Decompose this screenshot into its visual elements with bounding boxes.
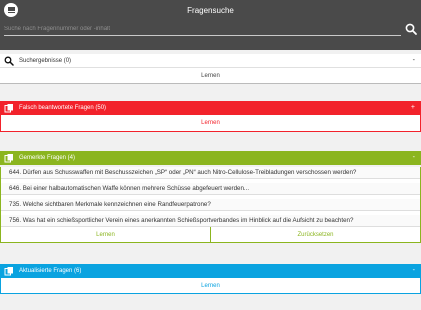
section-body: 644. Dürfen aus Schusswaffen mit Beschus… xyxy=(0,167,421,243)
list-item[interactable]: 756. Was hat ein schießsportlicher Verei… xyxy=(1,215,420,227)
collapse-toggle[interactable]: - xyxy=(413,57,415,64)
search-button[interactable] xyxy=(404,22,418,36)
page-title: Fragensuche xyxy=(187,6,234,15)
section-header-updated[interactable]: Aktualisierte Fragen (6) - xyxy=(0,264,421,278)
cards-icon xyxy=(4,266,14,276)
list-item[interactable]: 735. Welche sichtbaren Merkmale kennzeic… xyxy=(1,199,420,211)
section-title: Aktualisierte Fragen (6) xyxy=(19,268,82,274)
section-body: Lernen xyxy=(0,68,421,84)
search-icon xyxy=(4,56,14,66)
section-marked: Gemerkte Fragen (4) - 644. Dürfen aus Sc… xyxy=(0,151,421,243)
list-item[interactable]: 646. Bei einer halbautomatischen Waffe k… xyxy=(1,183,420,195)
section-header-search-results[interactable]: Suchergebnisse (0) - xyxy=(0,54,421,68)
cards-icon xyxy=(4,103,14,113)
section-body: Lernen xyxy=(0,278,421,294)
learn-button[interactable]: Lernen xyxy=(1,278,420,293)
action-bar: Lernen Zurücksetzen xyxy=(1,227,420,242)
section-header-wrong-answers[interactable]: Falsch beantwortete Fragen (50) + xyxy=(0,101,421,115)
section-body: Lernen xyxy=(0,115,421,132)
search-input[interactable] xyxy=(4,22,398,35)
section-header-marked[interactable]: Gemerkte Fragen (4) - xyxy=(0,151,421,165)
learn-button[interactable]: Lernen xyxy=(0,68,421,83)
section-title: Gemerkte Fragen (4) xyxy=(19,155,76,161)
expand-toggle[interactable]: + xyxy=(411,104,415,111)
learn-button[interactable]: Lernen xyxy=(1,115,420,131)
list-item[interactable]: 644. Dürfen aus Schusswaffen mit Beschus… xyxy=(1,167,420,179)
section-search-results: Suchergebnisse (0) - Lernen xyxy=(0,54,421,84)
section-title: Falsch beantwortete Fragen (50) xyxy=(19,105,107,111)
app-bar: Fragensuche xyxy=(0,0,421,50)
cards-icon xyxy=(4,153,14,163)
search-icon xyxy=(405,23,417,35)
learn-button[interactable]: Lernen xyxy=(1,227,210,242)
collapse-toggle[interactable]: - xyxy=(413,267,415,274)
reset-button[interactable]: Zurücksetzen xyxy=(210,227,420,242)
section-updated: Aktualisierte Fragen (6) - Lernen xyxy=(0,264,421,294)
section-wrong-answers: Falsch beantwortete Fragen (50) + Lernen xyxy=(0,101,421,132)
search-underline xyxy=(4,35,401,36)
section-title: Suchergebnisse (0) xyxy=(19,57,72,64)
collapse-toggle[interactable]: - xyxy=(413,154,415,161)
